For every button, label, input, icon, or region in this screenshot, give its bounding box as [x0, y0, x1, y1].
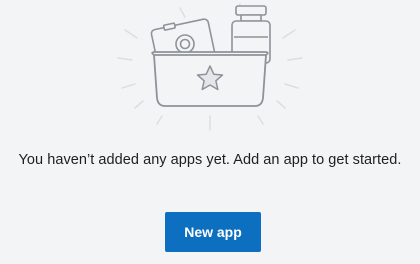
new-app-button[interactable]: New app	[165, 212, 261, 252]
empty-state-illustration	[110, 0, 310, 132]
empty-state-message: You haven’t added any apps yet. Add an a…	[18, 152, 402, 168]
basket-icon	[117, 3, 303, 131]
